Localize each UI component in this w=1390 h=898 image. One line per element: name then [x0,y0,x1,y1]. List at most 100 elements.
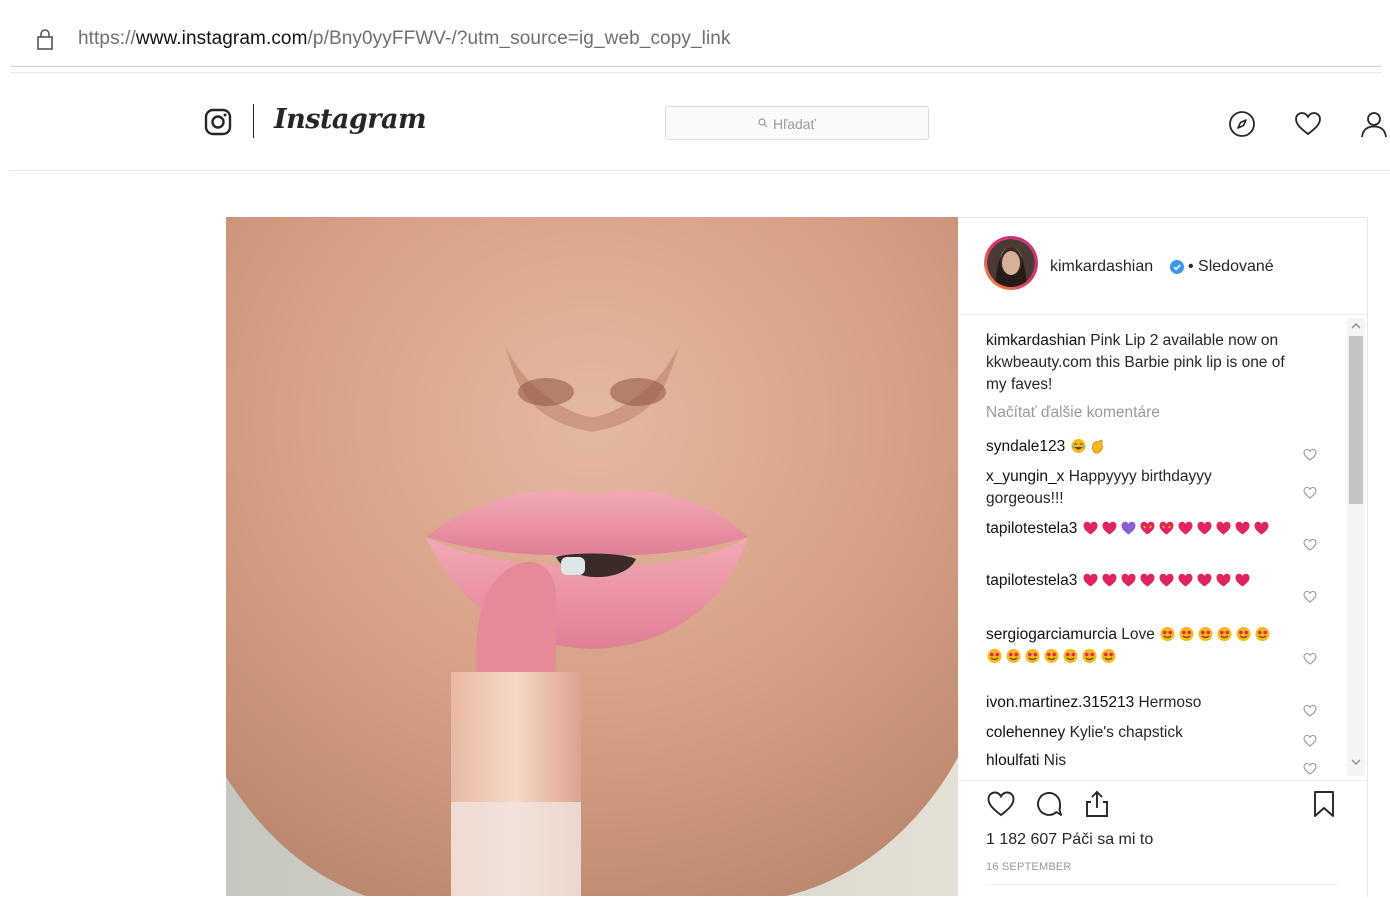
star-struck-emoji-icon [1178,626,1197,643]
comment-row: ivon.martinez.315213 Hermoso [986,692,1276,714]
comment-text: Hermoso [1138,694,1202,711]
post-username[interactable]: kimkardashian [1050,258,1153,276]
red-heart-emoji-icon [1101,572,1120,589]
comment-username[interactable]: sergiogarciamurcia [986,626,1117,643]
comment-like-heart-icon[interactable] [1303,448,1317,461]
instagram-camera-icon[interactable] [204,108,232,136]
post-date[interactable]: 16 SEPTEMBER [986,861,1072,873]
star-struck-emoji-icon [1043,648,1062,665]
scrollbar-thumb[interactable] [1349,336,1363,504]
red-heart-emoji-icon [1234,572,1253,589]
instagram-navbar: Instagram [10,74,1390,171]
red-heart-emoji-icon [1253,520,1272,537]
comment-like-heart-icon[interactable] [1303,762,1317,775]
red-heart-emoji-icon [1120,572,1139,589]
red-heart-emoji-icon [1234,520,1253,537]
url-domain: www.instagram.com [135,28,308,49]
star-struck-emoji-icon [986,648,1005,665]
caption: kimkardashian Pink Lip 2 available now o… [986,330,1306,396]
star-struck-emoji-icon [1081,648,1100,665]
url-text[interactable]: https://www.instagram.com/p/Bny0yyFFWV-/… [78,28,731,50]
logo-divider [253,104,254,138]
compass-icon[interactable] [1228,110,1256,138]
red-heart-emoji-icon [1177,572,1196,589]
instagram-wordmark[interactable]: Instagram [274,104,427,135]
search-input[interactable] [771,113,915,135]
red-heart-emoji-icon [1196,572,1215,589]
red-heart-emoji-icon [1215,572,1234,589]
like-heart-icon[interactable] [986,789,1016,819]
red-heart-emoji-icon [1101,520,1120,537]
star-struck-emoji-icon [1235,626,1254,643]
follow-status[interactable]: • Sledované [1188,258,1274,276]
comment-row: colehenney Kylie's chapstick [986,722,1276,744]
red-heart-emoji-icon [1158,572,1177,589]
load-more-comments-link[interactable]: Načítať ďalšie komentáre [986,404,1160,422]
star-struck-emoji-icon [1005,648,1024,665]
browser-url-bar[interactable]: https://www.instagram.com/p/Bny0yyFFWV-/… [0,0,1390,74]
scroll-down-arrow-icon[interactable] [1351,758,1361,766]
comment-text: Nis [1043,752,1067,769]
avatar-story-ring[interactable] [984,236,1038,290]
red-heart-emoji-icon [1082,572,1101,589]
heart-icon[interactable] [1294,110,1322,138]
post-actions: 1 182 607 Páči sa mi to 16 SEPTEMBER [958,780,1367,898]
star-struck-emoji-icon [1197,626,1216,643]
star-struck-emoji-icon [1100,648,1119,665]
comment-username[interactable]: tapilotestela3 [986,520,1077,537]
red-heart-emoji-icon [1082,520,1101,537]
comment-text: Kylie's chapstick [1069,724,1183,741]
avatar[interactable] [987,239,1035,287]
profile-icon[interactable] [1360,110,1388,138]
search-box[interactable] [665,106,929,140]
search-icon [758,118,768,128]
comment-username[interactable]: colehenney [986,724,1065,741]
red-heart-emoji-icon [1177,520,1196,537]
actions-divider [986,884,1338,885]
caption-username[interactable]: kimkardashian [986,332,1086,349]
comment-row: tapilotestela3 [986,518,1276,540]
share-icon[interactable] [1082,789,1112,819]
likes-count[interactable]: 1 182 607 Páči sa mi to [986,831,1153,849]
comment-username[interactable]: hloulfati [986,752,1039,769]
avatar-image [987,239,1035,287]
comment-username[interactable]: syndale123 [986,438,1065,455]
comment-like-heart-icon[interactable] [1303,652,1317,665]
post-details-panel: kimkardashian • Sledované kimkardashian … [958,217,1368,897]
post-photo-lips-lipstick [226,217,958,896]
comment-row: x_yungin_x Happyyyy birthdayyy gorgeous!… [986,466,1276,510]
lock-icon [37,29,53,50]
star-struck-emoji-icon [1254,626,1273,643]
star-struck-emoji-icon [1062,648,1081,665]
comment-row: syndale123 [986,436,1276,458]
comment-row: sergiogarciamurcia Love [986,624,1276,668]
red-heart-emoji-icon [1215,520,1234,537]
comments-section[interactable]: kimkardashian Pink Lip 2 available now o… [958,318,1367,778]
heart-eyes-emoji-icon [1139,520,1158,537]
post-image[interactable] [226,217,958,896]
scroll-up-arrow-icon[interactable] [1351,322,1361,330]
comment-icon[interactable] [1034,789,1064,819]
url-bar-divider [10,66,1382,67]
url-bar-divider-2 [10,72,1382,73]
verified-badge-icon [1170,260,1184,274]
heart-eyes-emoji-icon [1158,520,1177,537]
star-struck-emoji-icon [1024,648,1043,665]
comment-like-heart-icon[interactable] [1303,486,1317,499]
comment-username[interactable]: ivon.martinez.315213 [986,694,1134,711]
star-struck-emoji-icon [1216,626,1235,643]
purple-heart-emoji-icon [1120,520,1139,537]
comments-scrollbar[interactable] [1347,318,1365,776]
comment-username[interactable]: x_yungin_x [986,468,1064,485]
joy-emoji-icon [1070,438,1089,455]
bookmark-icon[interactable] [1309,789,1339,819]
url-path: /p/Bny0yyFFWV-/?utm_source=ig_web_copy_l… [307,28,731,49]
comment-username[interactable]: tapilotestela3 [986,572,1077,589]
comment-row: hloulfati Nis [986,750,1276,772]
red-heart-emoji-icon [1139,572,1158,589]
comment-like-heart-icon[interactable] [1303,538,1317,551]
comment-like-heart-icon[interactable] [1303,590,1317,603]
comment-like-heart-icon[interactable] [1303,704,1317,717]
url-prefix: https:// [78,28,136,49]
comment-like-heart-icon[interactable] [1303,734,1317,747]
